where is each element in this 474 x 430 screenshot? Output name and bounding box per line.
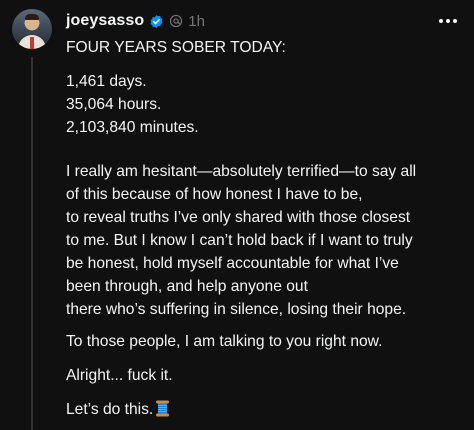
verified-badge-icon [150, 14, 163, 28]
post-title: FOUR YEARS SOBER TODAY: [66, 39, 286, 56]
body-line: there who’s suffering in silence, losing… [66, 301, 407, 318]
body-line: of this because of how honest I have to … [66, 186, 363, 203]
threads-post: joeysasso 1h FOUR YEARS SOBER TODAY: 1,4… [0, 0, 474, 430]
threads-logo-icon [170, 14, 183, 28]
spool-emoji-icon [156, 400, 170, 417]
thread-line [31, 57, 33, 430]
paragraph-alright: Alright... fuck it. [66, 367, 173, 384]
stat-hours: 35,064 hours. [66, 96, 162, 113]
post-header: joeysasso 1h [66, 11, 205, 31]
body-line: been through, and help anyone out [66, 278, 308, 295]
stat-days: 1,461 days. [66, 73, 147, 90]
body-line: I really am hesitant—absolutely terrifie… [66, 163, 417, 180]
more-options-icon [439, 19, 457, 23]
post-time: 1h [188, 12, 205, 30]
lets-do-this-text: Let’s do this. [66, 401, 154, 418]
body-paragraph: I really am hesitant—absolutely terrifie… [66, 160, 466, 321]
paragraph-those-people: To those people, I am talking to you rig… [66, 333, 383, 350]
more-options-button[interactable] [438, 12, 458, 30]
username[interactable]: joeysasso [66, 12, 144, 30]
paragraph-lets-do-this: Let’s do this. [66, 398, 466, 421]
avatar[interactable] [12, 9, 52, 49]
body-line: to reveal truths I’ve only shared with t… [66, 209, 411, 226]
body-line: to me. But I know I can’t hold back if I… [66, 232, 413, 249]
stats-paragraph: 1,461 days. 35,064 hours. 2,103,840 minu… [66, 70, 466, 139]
body-line: be honest, hold myself accountable for w… [66, 255, 399, 272]
stat-minutes: 2,103,840 minutes. [66, 119, 199, 136]
